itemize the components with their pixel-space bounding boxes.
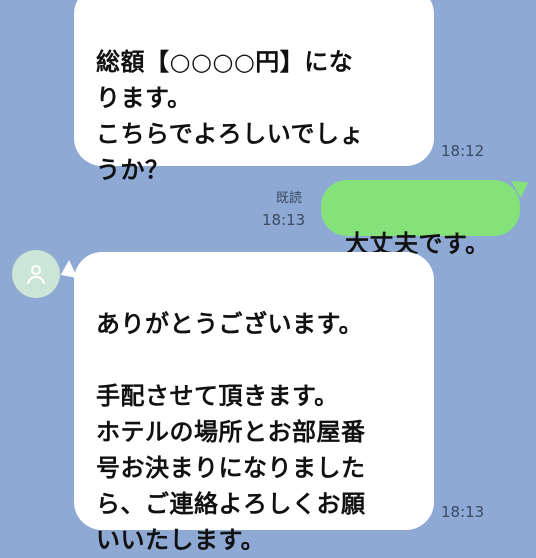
message-time: 18:13 [441,503,485,521]
message-text: 総額【○○○○円】にな ります。 こちらでよろしいでしょ うか？ [96,48,365,184]
incoming-message-1[interactable]: 総額【○○○○円】にな ります。 こちらでよろしいでしょ うか？ [74,0,434,184]
message-text: ありがとうございます。 手配させて頂きます。 ホテルの場所とお部屋番 号お決まり… [96,310,366,554]
message-time: 18:12 [441,142,485,160]
message-time: 18:13 [262,211,306,229]
user-icon [27,265,45,284]
incoming-message-2[interactable]: ありがとうございます。 手配させて頂きます。 ホテルの場所とお部屋番 号お決まり… [74,252,434,554]
outgoing-message-1[interactable]: 大丈夫です。 [321,180,520,258]
read-status: 既読 [276,191,303,206]
avatar[interactable] [12,250,60,298]
chat-thread: 総額【○○○○円】にな ります。 こちらでよろしいでしょ うか？ 18:12 既… [0,0,536,554]
